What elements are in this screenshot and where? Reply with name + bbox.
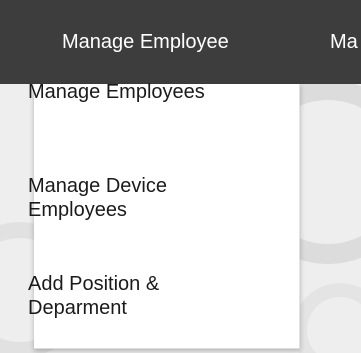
nav-manage-employee[interactable]: Manage Employee <box>62 0 229 84</box>
menu-item-add-position-department[interactable]: Add Position & Deparment <box>28 272 260 320</box>
menu-item-label-line-1: Add Position & <box>28 273 160 295</box>
nav-next-menu[interactable]: Ma <box>330 0 358 84</box>
menu-item-label-line-2: Deparment <box>28 297 127 319</box>
menu-item-label: Manage Employees <box>28 81 205 103</box>
menu-item-label-line-2: Employees <box>28 199 127 221</box>
menu-item-manage-employees[interactable]: Manage Employees <box>28 80 260 104</box>
menu-item-manage-device-employees[interactable]: Manage Device Employees <box>28 174 260 222</box>
top-navigation-bar: Manage Employee Ma <box>0 0 361 84</box>
menu-item-label-line-1: Manage Device <box>28 175 167 197</box>
